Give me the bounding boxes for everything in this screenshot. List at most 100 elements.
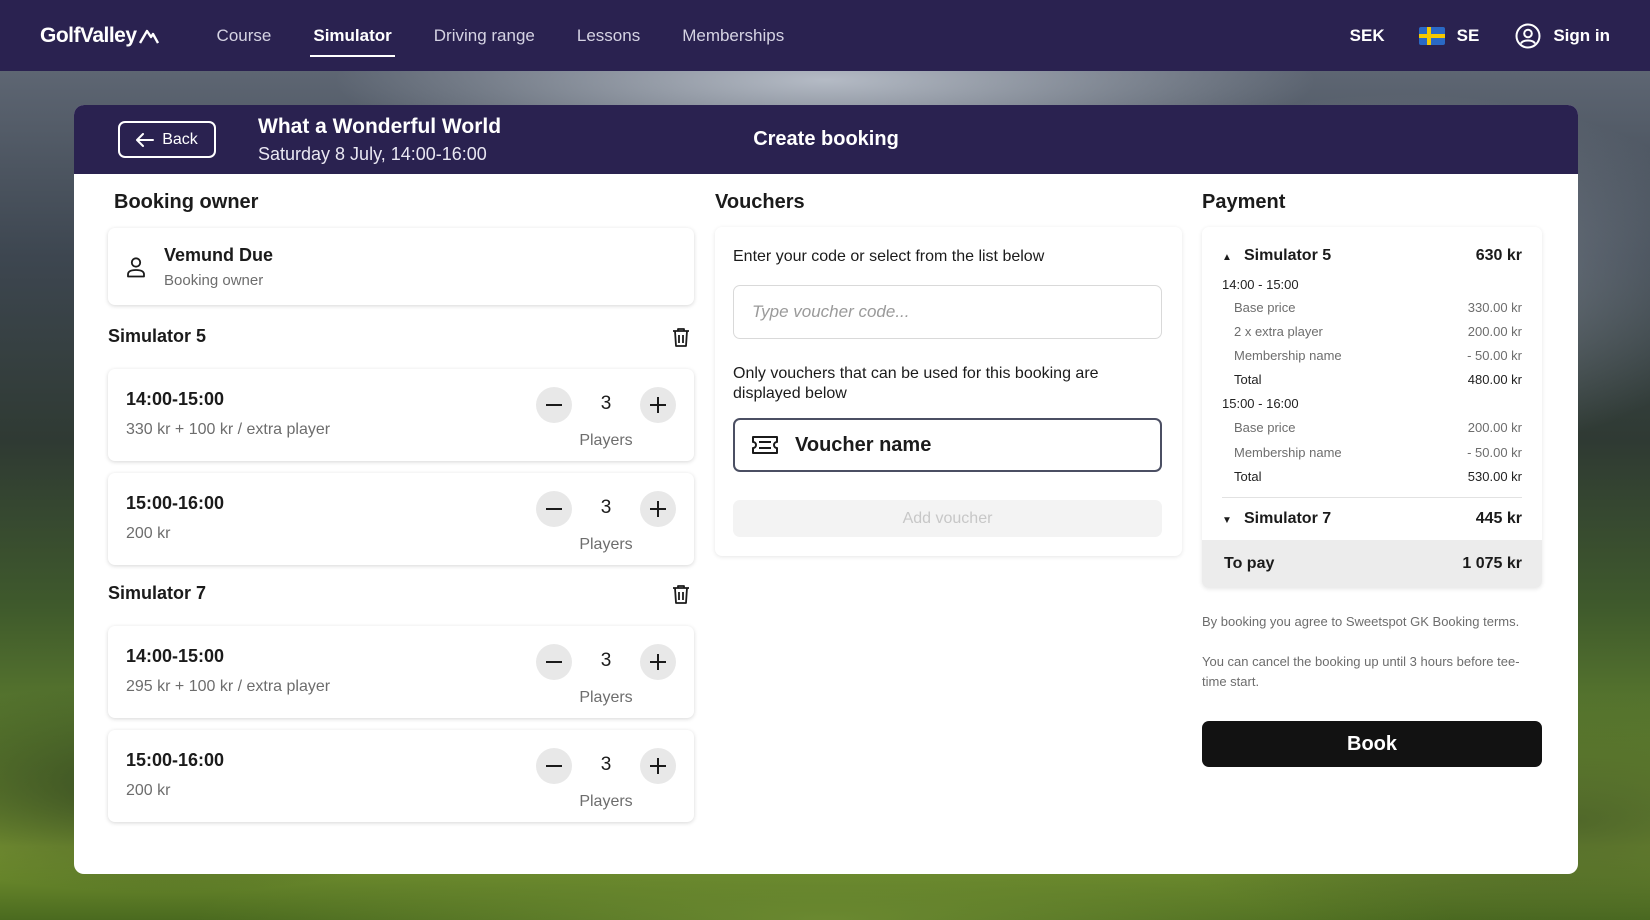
price-line-value: - 50.00 kr <box>1467 445 1522 460</box>
minus-icon <box>546 765 562 767</box>
nav-lessons[interactable]: Lessons <box>577 0 640 71</box>
slot-card: 14:00-15:00 295 kr + 100 kr / extra play… <box>108 626 694 718</box>
decrease-players-button[interactable] <box>536 748 572 784</box>
booking-header: Back What a Wonderful World Saturday 8 J… <box>74 105 1578 174</box>
minus-icon <box>546 404 562 406</box>
simulator-5-summary[interactable]: ▲ Simulator 5 630 kr <box>1222 247 1522 265</box>
voucher-code-input[interactable] <box>733 285 1162 339</box>
price-line: Base price 200.00 kr <box>1234 420 1522 435</box>
slot-card: 14:00-15:00 330 kr + 100 kr / extra play… <box>108 369 694 461</box>
players-stepper: 3 Players <box>536 491 676 561</box>
plus-icon <box>650 501 666 517</box>
plus-icon <box>650 397 666 413</box>
decrease-players-button[interactable] <box>536 644 572 680</box>
nav-links: Course Simulator Driving range Lessons M… <box>217 0 827 71</box>
decrease-players-button[interactable] <box>536 491 572 527</box>
slot-card: 15:00-16:00 200 kr 3 Players <box>108 730 694 822</box>
increase-players-button[interactable] <box>640 644 676 680</box>
price-line-label: Base price <box>1234 300 1296 315</box>
players-label: Players <box>579 432 633 449</box>
players-stepper: 3 Players <box>536 748 676 818</box>
booking-body: Booking owner Vemund Due Booking owner S… <box>74 174 1578 874</box>
divider <box>1222 497 1522 498</box>
slot-total-value: 530.00 kr <box>1467 469 1522 484</box>
decrease-players-button[interactable] <box>536 387 572 423</box>
simulator-7-summary[interactable]: ▼ Simulator 7 445 kr <box>1222 510 1522 528</box>
page-title: Create booking <box>753 128 899 150</box>
book-button[interactable]: Book <box>1202 721 1542 767</box>
owner-name: Vemund Due <box>164 244 274 265</box>
players-count: 3 <box>600 650 612 671</box>
players-label: Players <box>579 536 633 553</box>
slot-total: Total 530.00 kr <box>1234 469 1522 484</box>
slot-time: 15:00-16:00 <box>126 750 225 770</box>
slot-total-label: Total <box>1234 372 1262 387</box>
slot-total-value: 480.00 kr <box>1467 372 1522 387</box>
caret-up-icon: ▲ <box>1222 252 1232 263</box>
person-icon <box>127 256 145 277</box>
booking-owner-panel: Vemund Due Booking owner <box>108 228 694 305</box>
ticket-icon <box>752 436 778 454</box>
nav-driving-range[interactable]: Driving range <box>434 0 535 71</box>
players-stepper: 3 Players <box>536 644 676 714</box>
booking-terms[interactable]: By booking you agree to Sweetspot GK Boo… <box>1202 612 1542 632</box>
slot-time: 14:00-15:00 <box>126 646 225 666</box>
payment-title: Payment <box>1202 191 1286 213</box>
increase-players-button[interactable] <box>640 748 676 784</box>
simulator-5-header: Simulator 5 <box>108 326 694 347</box>
language-label: SE <box>1456 25 1480 45</box>
plus-icon <box>650 654 666 670</box>
players-count: 3 <box>600 393 612 414</box>
plus-icon <box>650 758 666 774</box>
sign-in-button[interactable]: Sign in <box>1515 23 1610 49</box>
slot-time-label: 15:00 - 16:00 <box>1222 396 1299 411</box>
trash-icon[interactable] <box>672 584 690 604</box>
nav-course[interactable]: Course <box>217 0 272 71</box>
user-circle-icon <box>1515 23 1541 48</box>
logo[interactable]: GolfValley <box>40 24 159 48</box>
booking-owner-title: Booking owner <box>114 191 259 213</box>
players-stepper: 3 Players <box>536 387 676 457</box>
language-selector[interactable]: SE <box>1418 25 1480 46</box>
price-line-label: Base price <box>1234 420 1296 435</box>
sign-in-label: Sign in <box>1553 25 1610 45</box>
slot-price: 295 kr + 100 kr / extra player <box>126 678 331 695</box>
currency-selector[interactable]: SEK <box>1350 26 1385 46</box>
trash-icon[interactable] <box>672 327 690 347</box>
minus-icon <box>546 661 562 663</box>
logo-text: GolfValley <box>40 23 137 47</box>
simulator-7-header: Simulator 7 <box>108 583 694 604</box>
voucher-option[interactable]: Voucher name <box>733 418 1162 472</box>
slot-price: 330 kr + 100 kr / extra player <box>126 421 331 438</box>
simulator-name: Simulator 5 <box>108 326 207 346</box>
payment-sim-amount: 445 kr <box>1475 510 1522 527</box>
slot-total-label: Total <box>1234 469 1262 484</box>
players-count: 3 <box>600 497 612 518</box>
increase-players-button[interactable] <box>640 387 676 423</box>
players-label: Players <box>579 689 633 706</box>
slot-price: 200 kr <box>126 782 171 799</box>
slot-time: 15:00-16:00 <box>126 493 225 513</box>
price-line: Membership name - 50.00 kr <box>1234 348 1522 363</box>
to-pay-label: To pay <box>1224 555 1275 572</box>
voucher-instruction: Enter your code or select from the list … <box>733 248 1045 265</box>
price-line-label: Membership name <box>1234 445 1342 460</box>
price-line: 2 x extra player 200.00 kr <box>1234 324 1522 339</box>
slot-time-label: 14:00 - 15:00 <box>1222 277 1299 292</box>
price-line: Base price 330.00 kr <box>1234 300 1522 315</box>
add-voucher-button[interactable]: Add voucher <box>733 500 1162 537</box>
nav-memberships[interactable]: Memberships <box>682 0 784 71</box>
price-line-label: Membership name <box>1234 348 1342 363</box>
owner-role: Booking owner <box>164 271 264 289</box>
price-line-value: - 50.00 kr <box>1467 348 1522 363</box>
voucher-name: Voucher name <box>795 433 932 456</box>
sweden-flag-icon <box>1418 26 1445 45</box>
to-pay-value: 1 075 kr <box>1462 555 1522 572</box>
slot-card: 15:00-16:00 200 kr 3 Players <box>108 473 694 565</box>
payment-sim-name: Simulator 5 <box>1244 247 1332 264</box>
slot-time: 14:00-15:00 <box>126 389 225 409</box>
nav-simulator[interactable]: Simulator <box>310 0 396 71</box>
vouchers-title: Vouchers <box>715 191 805 213</box>
nav-right: SEK SE Sign in <box>1350 23 1610 49</box>
increase-players-button[interactable] <box>640 491 676 527</box>
